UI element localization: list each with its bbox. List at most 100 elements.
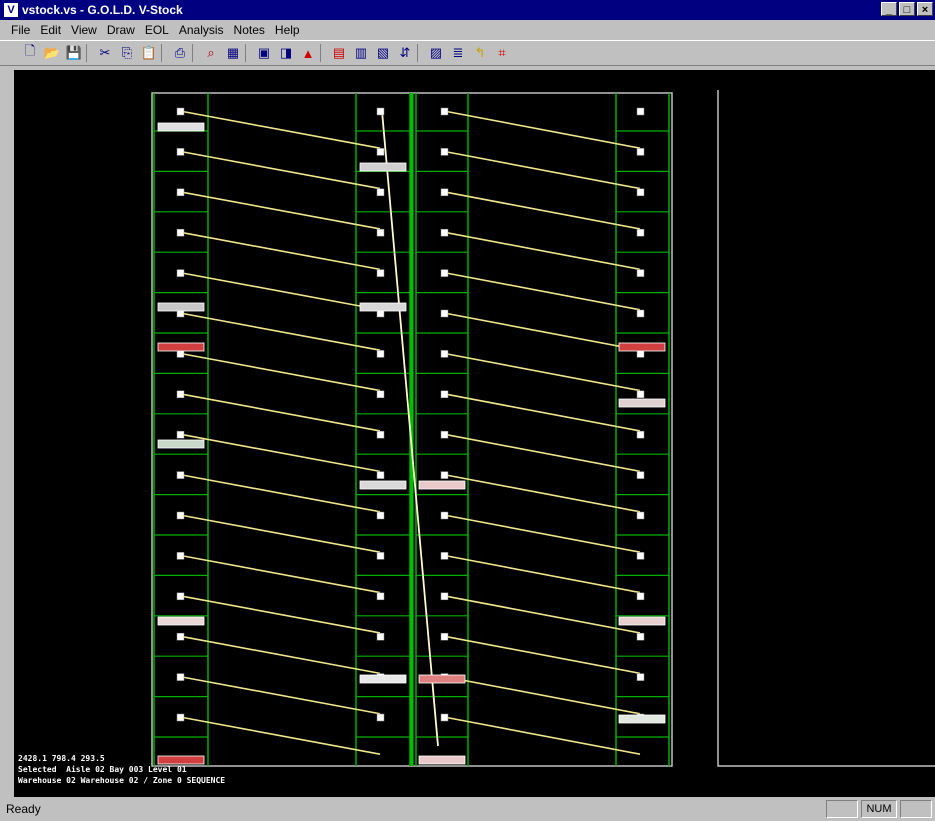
- location-marker: [176, 552, 185, 560]
- level-icon[interactable]: ▧: [373, 43, 393, 63]
- menu-notes[interactable]: Notes: [229, 23, 270, 37]
- drawing-canvas[interactable]: 2428.1 798.4 293.5 Selected Aisle 02 Bay…: [14, 70, 935, 797]
- location-label-bar: [418, 480, 466, 490]
- location-marker: [176, 592, 185, 601]
- grid-icon[interactable]: ▦: [223, 43, 243, 63]
- location-marker: [440, 552, 449, 560]
- app-icon[interactable]: V: [4, 3, 18, 17]
- cut-icon[interactable]: ✂: [95, 43, 115, 63]
- menu-bar: File Edit View Draw EOL Analysis Notes H…: [0, 20, 935, 40]
- location-marker: [376, 592, 385, 601]
- pick-path-segment: [179, 352, 381, 392]
- print-icon[interactable]: ⎙: [170, 43, 190, 63]
- location-label-bar: [418, 674, 466, 684]
- location-marker: [636, 552, 645, 560]
- menu-view[interactable]: View: [66, 23, 102, 37]
- warning-icon[interactable]: ▲: [298, 43, 318, 63]
- location-label-bar: [618, 398, 666, 408]
- title-bar: V vstock.vs - G.O.L.D. V-Stock _ □ ×: [0, 0, 935, 20]
- pick-path-segment: [443, 554, 641, 594]
- location-label-bar: [157, 439, 205, 449]
- toolbar-separator: [161, 44, 168, 62]
- new-file-icon[interactable]: 🗋: [20, 43, 40, 63]
- open-folder-icon[interactable]: 📂: [42, 43, 62, 63]
- coordinate-readout: 2428.1 798.4 293.5: [18, 754, 105, 763]
- warehouse-layout[interactable]: [14, 70, 935, 797]
- pick-path-segment: [179, 675, 381, 715]
- status-panel-3: [900, 800, 932, 818]
- location-marker: [636, 188, 645, 197]
- selection-readout: Selected Aisle 02 Bay 003 Level 01: [18, 765, 187, 774]
- aisle-icon[interactable]: ▤: [329, 43, 349, 63]
- pick-path-segment: [179, 635, 381, 675]
- move-icon[interactable]: ⇵: [395, 43, 415, 63]
- location-marker: [440, 471, 449, 479]
- location-marker: [636, 430, 645, 439]
- select-icon[interactable]: ◨: [276, 43, 296, 63]
- location-marker: [440, 107, 449, 116]
- minimize-button[interactable]: _: [881, 2, 897, 16]
- location-marker: [376, 350, 385, 358]
- rack-icon[interactable]: ▥: [351, 43, 371, 63]
- paste-icon[interactable]: 📋: [139, 43, 159, 63]
- location-label-bar: [359, 302, 407, 312]
- location-marker: [176, 430, 185, 439]
- route-icon[interactable]: ≣: [448, 43, 468, 63]
- map-icon[interactable]: ▨: [426, 43, 446, 63]
- menu-draw[interactable]: Draw: [102, 23, 140, 37]
- bounds-icon[interactable]: ⌗: [492, 43, 512, 63]
- menu-edit[interactable]: Edit: [35, 23, 66, 37]
- location-marker: [376, 471, 385, 479]
- location-marker: [376, 188, 385, 197]
- location-label-bar: [157, 302, 205, 312]
- toolbar: 🗋 📂 💾 ✂ ⎘ 📋 ⎙ ⌕ ▦ ▣ ◨ ▲ ▤ ▥ ▧ ⇵ ▨ ≣ ↰ ⌗: [0, 40, 935, 66]
- pick-path-segment: [443, 675, 641, 715]
- pick-path-segment: [179, 716, 381, 755]
- location-label-bar: [157, 755, 205, 765]
- toolbar-separator: [86, 44, 93, 62]
- location-label-bar: [359, 480, 407, 490]
- zoom-icon[interactable]: ⌕: [201, 43, 221, 63]
- location-marker: [440, 430, 449, 439]
- location-marker: [376, 148, 385, 156]
- location-marker: [440, 350, 449, 358]
- pick-path-segment: [179, 150, 381, 190]
- pick-path-segment: [443, 716, 641, 755]
- location-marker: [376, 390, 385, 399]
- location-marker: [376, 107, 385, 116]
- menu-file[interactable]: File: [6, 23, 35, 37]
- location-label-bar: [157, 616, 205, 626]
- location-marker: [376, 228, 385, 237]
- pick-path-segment: [443, 231, 641, 271]
- copy-icon[interactable]: ⎘: [117, 43, 137, 63]
- location-label-bar: [418, 755, 466, 765]
- location-label-bar: [157, 342, 205, 352]
- save-icon[interactable]: 💾: [64, 43, 84, 63]
- pick-path-segment: [443, 150, 641, 190]
- maximize-button[interactable]: □: [899, 2, 915, 16]
- pick-path-segment: [179, 191, 381, 230]
- window-title: vstock.vs - G.O.L.D. V-Stock: [22, 3, 183, 17]
- path-icon[interactable]: ↰: [470, 43, 490, 63]
- status-panel-1: [826, 800, 858, 818]
- pick-path-segment: [179, 110, 381, 149]
- pick-path-segment: [443, 110, 641, 149]
- menu-analysis[interactable]: Analysis: [174, 23, 229, 37]
- pick-path-segment: [179, 554, 381, 594]
- location-marker: [440, 269, 449, 277]
- location-marker: [440, 309, 449, 318]
- menu-help[interactable]: Help: [270, 23, 305, 37]
- close-button[interactable]: ×: [917, 2, 933, 16]
- pick-path-segment: [443, 312, 641, 351]
- location-marker: [636, 309, 645, 318]
- layout-icon[interactable]: ▣: [254, 43, 274, 63]
- menu-eol[interactable]: EOL: [140, 23, 174, 37]
- toolbar-separator: [320, 44, 327, 62]
- pick-path-segment: [179, 393, 381, 432]
- location-label-bar: [359, 674, 407, 684]
- location-marker: [440, 713, 449, 722]
- pick-path-segment: [443, 433, 641, 473]
- location-marker: [636, 107, 645, 116]
- status-text: Ready: [6, 802, 41, 816]
- location-marker: [176, 390, 185, 399]
